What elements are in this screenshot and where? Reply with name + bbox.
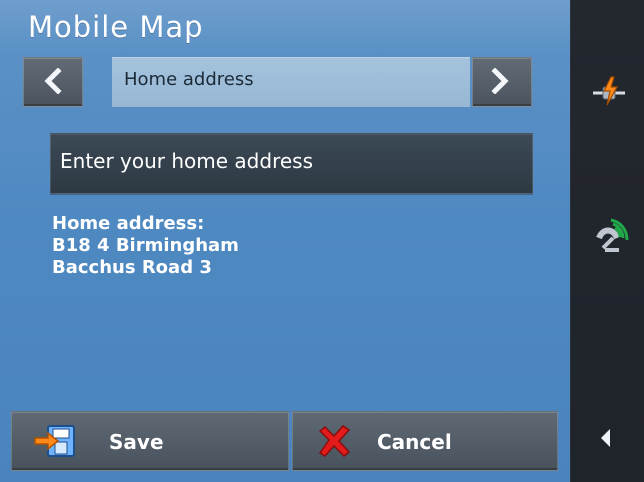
save-button[interactable]: Save [11, 411, 289, 471]
mobile-map-screen: Mobile Map Home address Enter your home … [0, 0, 644, 482]
save-floppy-icon [34, 425, 75, 457]
next-option-button[interactable] [472, 57, 532, 107]
connection-icon[interactable] [589, 71, 629, 111]
chevron-left-icon [44, 68, 62, 94]
save-label: Save [109, 430, 164, 454]
cancel-label: Cancel [377, 430, 452, 454]
previous-option-button[interactable] [23, 57, 83, 107]
cancel-button[interactable]: Cancel [292, 411, 558, 471]
address-line-3: Bacchus Road 3 [52, 257, 212, 278]
address-type-selector[interactable]: Home address [112, 57, 470, 107]
chevron-right-icon [491, 68, 509, 94]
address-line-1: Home address: [52, 213, 205, 234]
enter-home-address-button[interactable]: Enter your home address [50, 133, 533, 194]
back-arrow-icon[interactable] [598, 426, 614, 450]
app-title: Mobile Map [28, 10, 204, 44]
right-sidebar [570, 0, 644, 482]
enter-home-address-label: Enter your home address [60, 149, 313, 173]
main-panel: Mobile Map Home address Enter your home … [0, 0, 570, 482]
cancel-x-icon [318, 425, 351, 458]
gps-satellite-icon[interactable] [593, 214, 629, 254]
address-line-2: B18 4 Birmingham [52, 235, 239, 256]
address-type-value: Home address [124, 69, 254, 90]
